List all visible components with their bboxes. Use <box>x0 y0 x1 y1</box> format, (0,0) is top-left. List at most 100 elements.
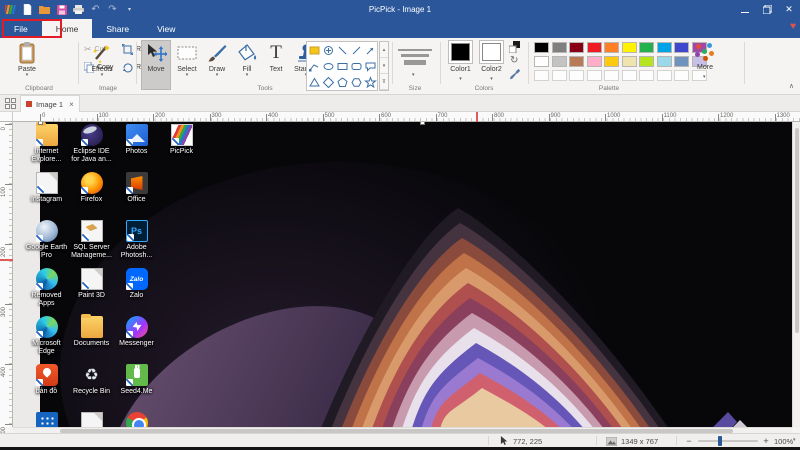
zoom-dropdown-arrow[interactable]: ▾ <box>793 437 796 443</box>
minimize-button[interactable] <box>734 0 756 19</box>
palette-swatch[interactable] <box>656 42 672 53</box>
collapse-ribbon-icon[interactable]: ∧ <box>789 82 794 90</box>
palette-swatch[interactable] <box>621 70 637 81</box>
shape-speech-bubble-icon[interactable] <box>363 58 377 74</box>
color1-dropdown-arrow[interactable]: ▾ <box>448 76 473 82</box>
palette-swatch[interactable] <box>604 70 619 81</box>
redo-icon[interactable]: ↷ <box>107 4 118 15</box>
swap-bw-icon[interactable] <box>508 41 521 55</box>
color2-dropdown-arrow[interactable]: ▾ <box>479 76 504 82</box>
palette-swatch[interactable] <box>569 42 584 53</box>
palette-swatch[interactable] <box>586 70 602 81</box>
palette-swatch[interactable] <box>569 70 584 81</box>
select-tool-button[interactable]: Select ▾ <box>173 40 201 90</box>
group-label-palette: Palette <box>598 85 620 92</box>
desktop-icon-messenger: Messenger <box>114 316 159 348</box>
size-dropdown-arrow[interactable]: ▾ <box>412 72 415 78</box>
line-width-button[interactable] <box>396 46 434 68</box>
more-dropdown-arrow[interactable]: ▾ <box>703 74 706 80</box>
swap-colors-icon[interactable]: ↻ <box>510 55 518 66</box>
shape-rounded-rectangle-icon[interactable] <box>349 58 363 74</box>
palette-swatch[interactable] <box>551 70 567 81</box>
undo-icon[interactable]: ↶ <box>90 4 101 15</box>
palette-swatch[interactable] <box>569 56 584 67</box>
document-tab[interactable]: Image 1 × <box>20 95 80 112</box>
tab-view[interactable]: View <box>143 19 189 38</box>
vertical-scrollbar[interactable] <box>792 122 800 427</box>
hruler-label: 1100 <box>663 113 677 119</box>
palette-swatch[interactable] <box>586 42 602 53</box>
maximize-button[interactable] <box>756 0 778 19</box>
palette-swatch[interactable] <box>586 56 602 67</box>
palette-swatch[interactable] <box>656 56 672 67</box>
eyedropper-icon[interactable] <box>509 68 521 84</box>
draw-tool-button[interactable]: Draw ▾ <box>203 40 231 90</box>
tab-share[interactable]: Share <box>92 19 143 38</box>
new-file-icon[interactable] <box>22 4 33 15</box>
resize-handle-top-left[interactable] <box>38 122 43 125</box>
color2-swatch[interactable] <box>479 40 504 64</box>
zoom-slider-thumb[interactable] <box>718 436 722 446</box>
palette-swatch[interactable] <box>639 56 654 67</box>
palette-swatch[interactable] <box>639 70 654 81</box>
palette-swatch[interactable] <box>674 56 689 67</box>
window-layout-icon[interactable] <box>5 98 16 109</box>
palette-swatch[interactable] <box>674 42 689 53</box>
draw-dropdown-arrow[interactable]: ▾ <box>216 73 219 78</box>
effects-button[interactable]: Effects ▾ <box>84 40 120 90</box>
select-dropdown-arrow[interactable]: ▾ <box>186 73 189 78</box>
shape-line-icon[interactable] <box>335 42 349 58</box>
text-tool-button[interactable]: T Text <box>263 40 289 90</box>
gallery-scroll-down-icon[interactable]: ▾ <box>380 58 388 74</box>
qat-dropdown-icon[interactable]: ▾ <box>124 4 135 15</box>
palette-swatch[interactable] <box>621 56 637 67</box>
gallery-scroll-up-icon[interactable]: ▴ <box>380 42 388 58</box>
palette-swatch[interactable] <box>674 70 689 81</box>
vertical-scrollbar-thumb[interactable] <box>795 128 799 333</box>
edited-image[interactable]: Internet Explore... Eclipse IDE for Java an… <box>26 122 792 427</box>
shape-ellipse-icon[interactable] <box>321 58 335 74</box>
palette-swatch[interactable] <box>604 42 619 53</box>
fill-dropdown-arrow[interactable]: ▾ <box>246 73 249 78</box>
tab-home[interactable]: Home <box>41 19 93 38</box>
shape-polyline-icon[interactable] <box>307 58 321 74</box>
shape-line-diagonal-icon[interactable] <box>349 42 363 58</box>
shape-rectangle-icon[interactable] <box>335 58 349 74</box>
shape-circle-plus-icon[interactable] <box>321 42 335 58</box>
palette-swatch[interactable] <box>534 56 549 67</box>
heart-icon[interactable]: ♥ <box>790 22 796 32</box>
effects-dropdown-arrow[interactable]: ▾ <box>101 73 104 78</box>
resize-handle-top-middle[interactable] <box>420 122 425 125</box>
palette-swatch[interactable] <box>656 70 672 81</box>
open-folder-icon[interactable] <box>39 4 50 15</box>
palette-swatch[interactable] <box>534 42 549 53</box>
close-button[interactable]: ✕ <box>778 0 800 19</box>
zoom-in-button[interactable]: + <box>760 435 772 447</box>
shape-gallery-scrollbar[interactable]: ▴ ▾ ⊽ <box>379 41 389 91</box>
page-app-icon <box>80 412 103 427</box>
palette-swatch[interactable] <box>551 56 567 67</box>
picpick-app-icon <box>170 124 193 146</box>
save-icon[interactable] <box>56 4 67 15</box>
fill-tool-button[interactable]: Fill ▾ <box>233 40 261 90</box>
move-tool-button[interactable]: Move <box>141 40 171 90</box>
more-colors-button[interactable]: More <box>694 64 716 71</box>
palette-swatch[interactable] <box>551 42 567 53</box>
paste-dropdown-arrow[interactable]: ▾ <box>26 73 29 78</box>
shortcut-arrow-icon <box>125 283 133 290</box>
shape-highlight-rect-icon[interactable] <box>307 42 321 58</box>
rotate-icon <box>122 62 133 73</box>
palette-swatch[interactable] <box>534 70 549 81</box>
zoom-slider[interactable] <box>698 440 758 442</box>
palette-swatch[interactable] <box>604 56 619 67</box>
shape-line-arrow-icon[interactable] <box>363 42 377 58</box>
tab-file[interactable]: File <box>0 19 42 38</box>
zoom-out-button[interactable]: − <box>683 435 695 447</box>
paste-button[interactable]: Paste ▾ <box>8 40 46 90</box>
print-icon[interactable] <box>73 4 84 15</box>
palette-swatch[interactable] <box>621 42 637 53</box>
document-tab-close-icon[interactable]: × <box>69 100 74 109</box>
palette-swatch[interactable] <box>639 42 654 53</box>
canvas-viewport[interactable]: Internet Explore... Eclipse IDE for Java an… <box>13 122 792 427</box>
color1-swatch[interactable] <box>448 40 473 64</box>
